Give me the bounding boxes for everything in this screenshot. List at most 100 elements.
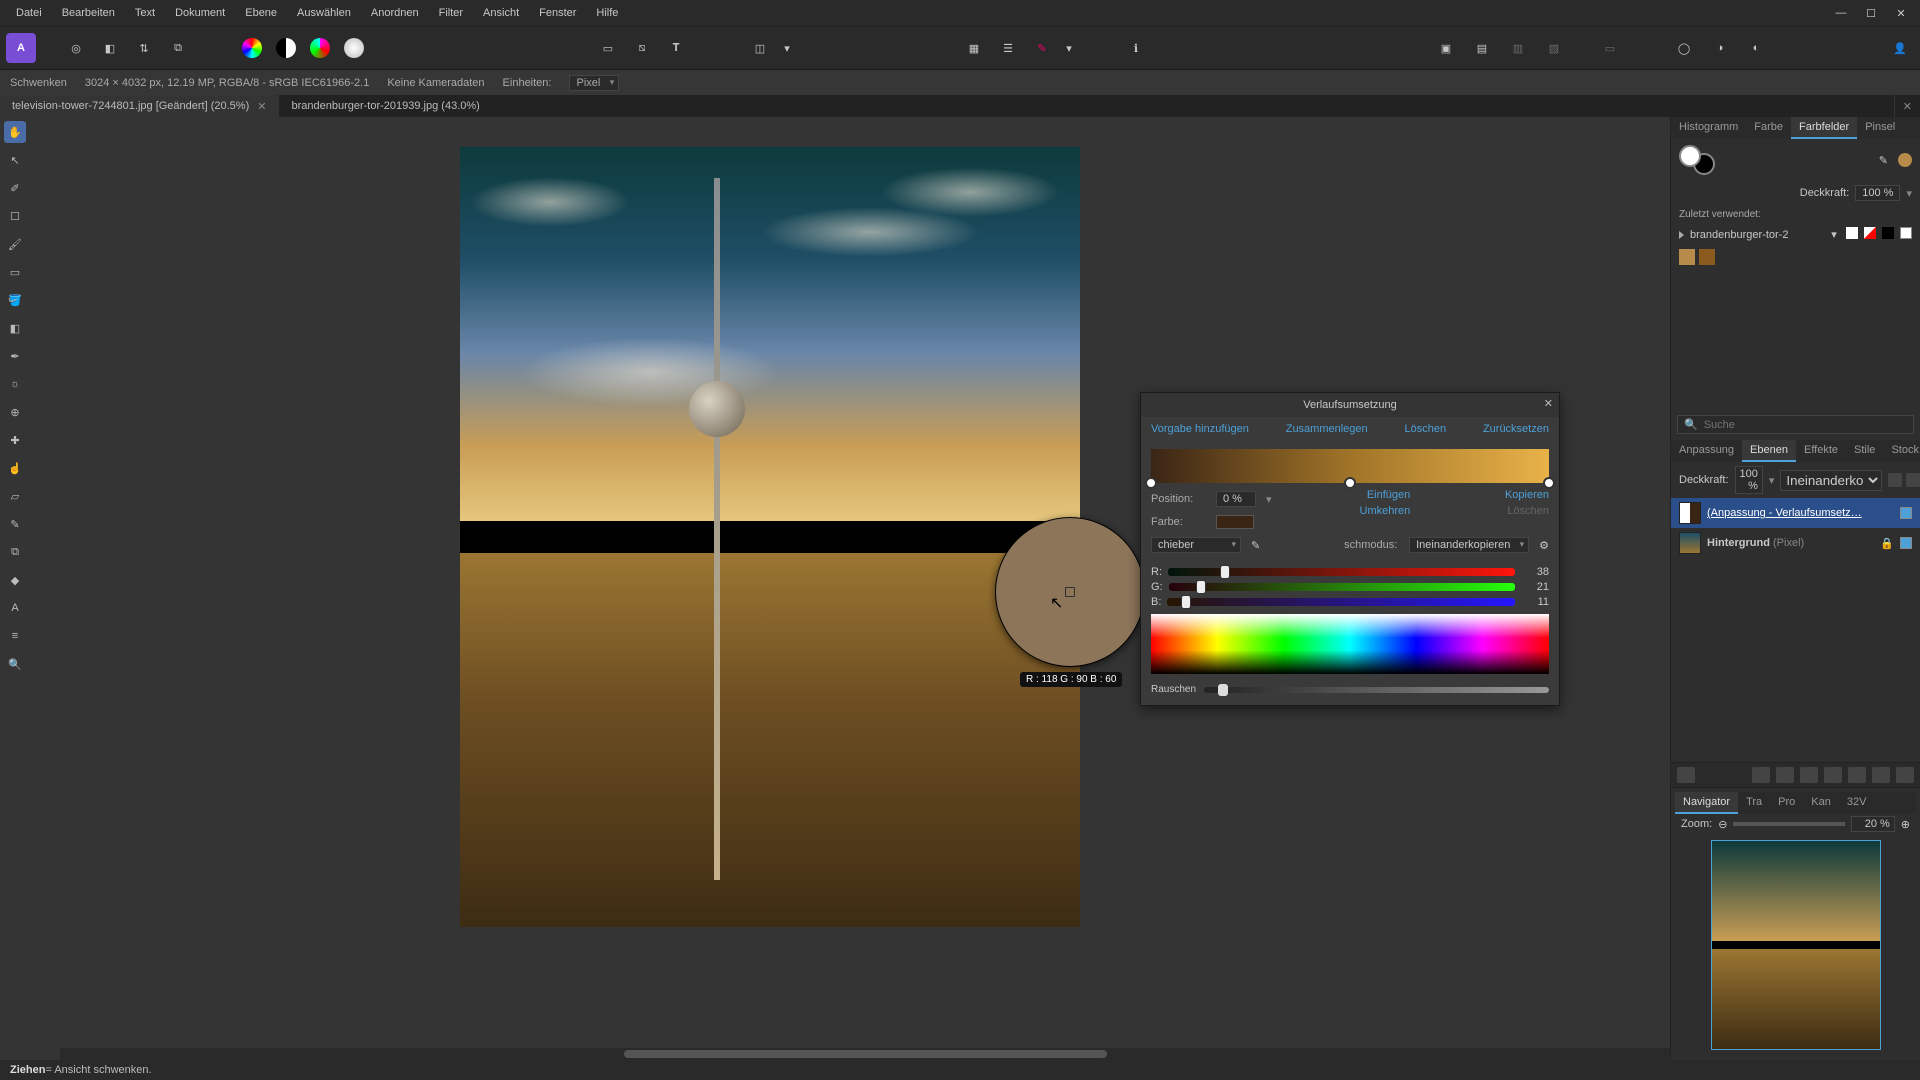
navigator-thumbnail[interactable] [1711, 840, 1881, 1050]
menu-datei[interactable]: Datei [6, 3, 52, 23]
selection-text-icon[interactable]: 𝐓 [662, 34, 690, 62]
g-value[interactable]: 21 [1521, 581, 1549, 593]
layer-row-background[interactable]: Hintergrund (Pixel) 🔒 [1671, 528, 1920, 558]
gradient-map-dialog[interactable]: Verlaufsumsetzung ✕ Vorgabe hinzufügen Z… [1140, 392, 1560, 706]
tab-stock[interactable]: Stock [1883, 440, 1920, 462]
persona-photo-icon[interactable]: ◎ [62, 34, 90, 62]
noise-slider[interactable] [1204, 687, 1549, 693]
tab-farbe[interactable]: Farbe [1746, 117, 1791, 139]
disclosure-icon[interactable] [1679, 231, 1684, 239]
zoom-out-icon[interactable]: ⊖ [1718, 818, 1727, 831]
blendmode-dropdown[interactable]: Ineinanderkopieren [1409, 537, 1529, 553]
arrange-b-icon[interactable]: ▧ [1540, 34, 1568, 62]
layers-action-trash-icon[interactable] [1896, 767, 1914, 783]
cloud-c-icon[interactable]: ◐ [1742, 34, 1770, 62]
gradient-stop-2[interactable] [1344, 477, 1356, 489]
b-value[interactable]: 11 [1521, 596, 1549, 608]
persona-export-icon[interactable]: ⧉ [164, 34, 192, 62]
tab-anpassung[interactable]: Anpassung [1671, 440, 1742, 462]
align-icon[interactable]: ☰ [994, 34, 1022, 62]
clone-tool[interactable]: ⊕ [4, 401, 26, 423]
h-scrollbar[interactable] [60, 1048, 1670, 1060]
slot-icon[interactable]: ▭ [1596, 34, 1624, 62]
pencil-tool[interactable]: ✎ [4, 513, 26, 535]
eyedropper-icon[interactable]: ✎ [1251, 539, 1260, 552]
persona-liquify-icon[interactable]: ◧ [96, 34, 124, 62]
merge-link[interactable]: Zusammenlegen [1286, 423, 1368, 435]
layer-opacity-field[interactable]: 100 % [1735, 466, 1763, 494]
layer-visibility-checkbox[interactable] [1900, 537, 1912, 549]
brush-tool[interactable]: 🖌 [4, 233, 26, 255]
arrange-front-icon[interactable]: ▣ [1432, 34, 1460, 62]
asset-box-outline[interactable] [1900, 227, 1912, 239]
text-tool[interactable]: A [4, 597, 26, 619]
gradient-bar[interactable] [1151, 449, 1549, 483]
tab-kan[interactable]: Kan [1803, 792, 1839, 814]
shape-tool[interactable]: ◆ [4, 569, 26, 591]
tab-stile[interactable]: Stile [1846, 440, 1883, 462]
dropdown-arrow-icon[interactable]: ▾ [780, 34, 794, 62]
minimize-button[interactable]: — [1828, 3, 1854, 23]
picker-hue-icon[interactable] [306, 34, 334, 62]
delete2-link[interactable]: Löschen [1434, 503, 1559, 519]
add-preset-link[interactable]: Vorgabe hinzufügen [1151, 423, 1249, 435]
layer-opt2-icon[interactable] [1906, 473, 1920, 487]
layer-blend-dropdown[interactable]: Ineinanderko [1780, 470, 1882, 491]
eyedropper-mini-icon[interactable]: ✎ [1879, 154, 1888, 167]
reset-link[interactable]: Zurücksetzen [1483, 423, 1549, 435]
canvas[interactable]: ↖ R : 118 G : 90 B : 60 Verlaufsumsetzun… [30, 117, 1670, 1060]
r-slider[interactable] [1168, 568, 1515, 576]
position-field[interactable]: 0 % [1216, 491, 1256, 507]
gear-icon[interactable]: ⚙ [1539, 539, 1549, 552]
arrange-back-icon[interactable]: ▤ [1468, 34, 1496, 62]
zoom-tool[interactable]: 🔍 [4, 653, 26, 675]
zoom-field[interactable]: 20 % [1851, 816, 1895, 832]
opacity-field[interactable]: 100 % [1855, 185, 1900, 201]
menu-anordnen[interactable]: Anordnen [361, 3, 429, 23]
quickmask-icon[interactable]: ◫ [746, 34, 774, 62]
snap-icon[interactable]: ✎ [1028, 34, 1056, 62]
asset-menu-icon[interactable]: ▾ [1831, 228, 1837, 241]
insert-link[interactable]: Einfügen [1296, 487, 1421, 503]
tab-pro[interactable]: Pro [1770, 792, 1803, 814]
layers-action-b-icon[interactable] [1776, 767, 1794, 783]
crop-tool[interactable]: ☐ [4, 205, 26, 227]
eraser-tool[interactable]: ▱ [4, 485, 26, 507]
layers-action-fx-icon[interactable] [1800, 767, 1818, 783]
pen-tool[interactable]: ✒ [4, 345, 26, 367]
picker-colorwheel-icon[interactable] [238, 34, 266, 62]
lock-icon[interactable]: 🔒 [1880, 537, 1894, 550]
gradient-stop-3[interactable] [1543, 477, 1555, 489]
tab-32v[interactable]: 32V [1839, 792, 1875, 814]
dialog-close-icon[interactable]: ✕ [1544, 397, 1553, 410]
doc-tab-2[interactable]: brandenburger-tor-201939.jpg (43.0%) [279, 95, 1894, 117]
cloud-a-icon[interactable]: ◯ [1670, 34, 1698, 62]
maximize-button[interactable]: ☐ [1858, 3, 1884, 23]
search-input[interactable] [1704, 419, 1907, 431]
zoom-in-icon[interactable]: ⊕ [1901, 818, 1910, 831]
menu-fenster[interactable]: Fenster [529, 3, 586, 23]
search-field[interactable]: 🔍 [1677, 415, 1914, 434]
selection-rect-icon[interactable]: ▭ [594, 34, 622, 62]
tab-histogramm[interactable]: Histogramm [1671, 117, 1746, 139]
asset-box-none[interactable] [1864, 227, 1876, 239]
color-picker-tool[interactable]: ✐ [4, 177, 26, 199]
hand-tool[interactable]: ✋ [4, 121, 26, 143]
stack-tool[interactable]: ≡ [4, 625, 26, 647]
layers-action-d-icon[interactable] [1848, 767, 1866, 783]
layer-visibility-checkbox[interactable] [1900, 507, 1912, 519]
color-swatch[interactable] [1216, 515, 1254, 529]
picker-softproof-icon[interactable] [340, 34, 368, 62]
menu-filter[interactable]: Filter [429, 3, 473, 23]
persona-develop-icon[interactable]: ⇅ [130, 34, 158, 62]
tab-effekte[interactable]: Effekte [1796, 440, 1846, 462]
doc-tab-1[interactable]: television-tower-7244801.jpg [Geändert] … [0, 95, 279, 117]
stepper-icon[interactable]: ▾ [1769, 474, 1775, 487]
menu-ansicht[interactable]: Ansicht [473, 3, 529, 23]
close-tab-icon[interactable]: ✕ [257, 100, 266, 113]
cloud-b-icon[interactable]: ◑ [1706, 34, 1734, 62]
menu-auswaehlen[interactable]: Auswählen [287, 3, 361, 23]
fg-bg-swatch[interactable] [1679, 145, 1715, 175]
spectrum-picker[interactable] [1151, 614, 1549, 674]
dodge-tool[interactable]: ☼ [4, 373, 26, 395]
